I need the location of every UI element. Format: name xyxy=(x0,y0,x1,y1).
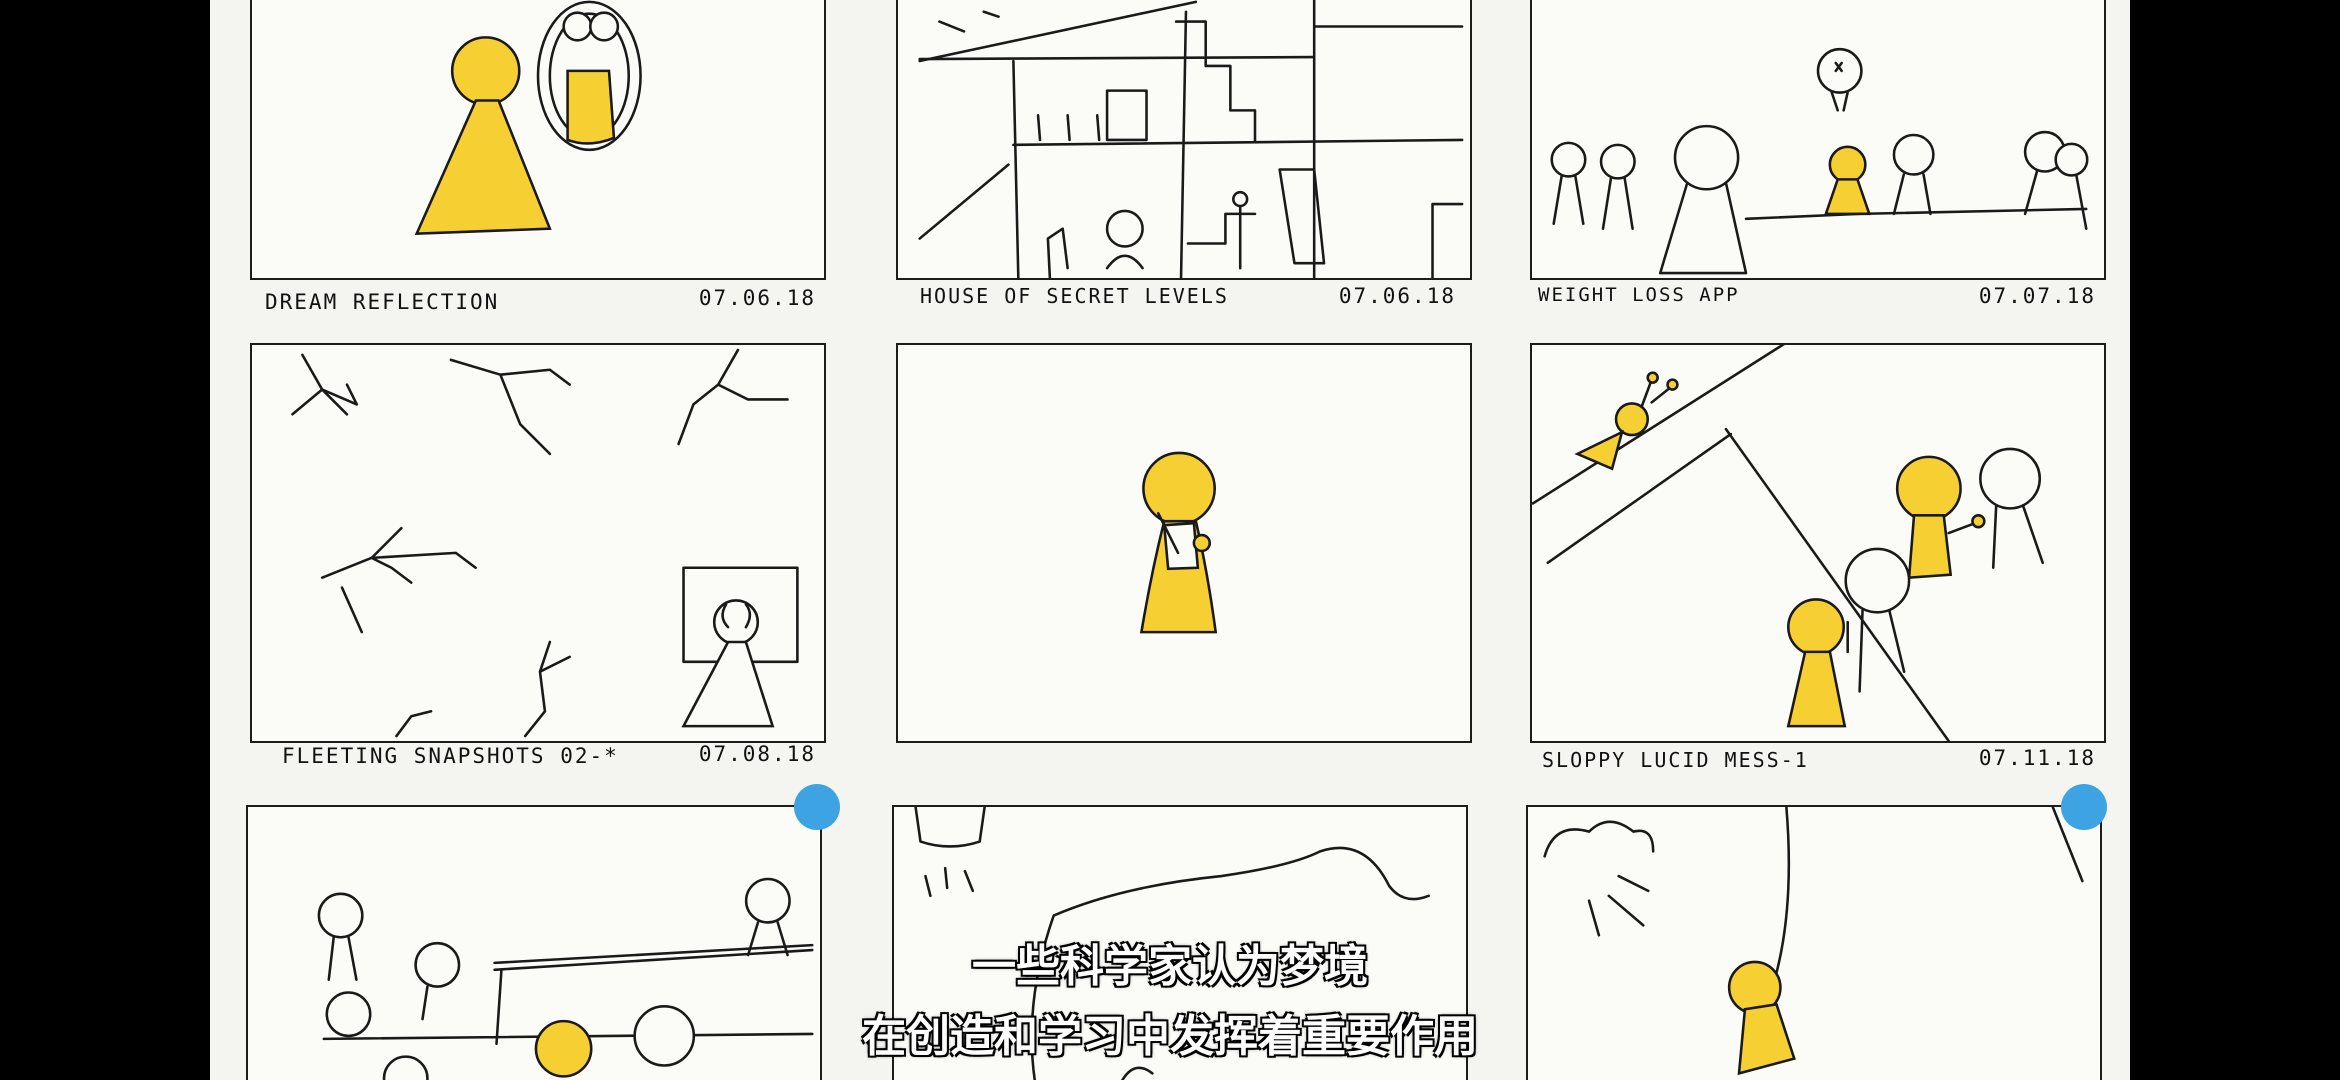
sketch-figure-with-paper xyxy=(1139,451,1218,634)
blue-pin-marker xyxy=(794,784,840,830)
panel-caption: FLEETING SNAPSHOTS 02-* xyxy=(282,744,619,768)
blue-pin-marker xyxy=(2061,784,2107,830)
subtitle-line-2: 在创造和学习中发挥着重要作用 xyxy=(862,1011,1478,1062)
panel-house-of-secret-levels xyxy=(896,0,1472,280)
panel-caption: SLOPPY LUCID MESS-1 xyxy=(1542,748,1809,772)
panel-date: 07.07.18 xyxy=(1978,284,2096,308)
panel-fleeting-snapshots xyxy=(250,343,826,743)
panel-caption: HOUSE OF SECRET LEVELS xyxy=(920,284,1229,308)
panel-caption: WEIGHT LOSS APP xyxy=(1538,284,1740,306)
video-frame: DREAM REFLECTION 07.06.18 HOUSE OF SECRE… xyxy=(210,0,2130,1080)
sketch-dream-reflection xyxy=(414,0,642,235)
panel-caption: DREAM REFLECTION xyxy=(265,290,500,314)
sketch-house-of-secret-levels xyxy=(918,0,1464,278)
sketch-weight-loss-app xyxy=(1550,47,2089,275)
panel-sloppy-lucid-mess xyxy=(1530,343,2106,743)
subtitle-line-1: 一些科学家认为梦境 xyxy=(972,941,1368,992)
panel-date: 07.08.18 xyxy=(698,742,816,766)
panel-date: 07.06.18 xyxy=(1338,284,1456,308)
panel-figure-with-paper xyxy=(896,343,1472,743)
panel-weight-loss-app xyxy=(1530,0,2106,280)
panel-date: 07.11.18 xyxy=(1978,746,2096,770)
panel-date: 07.06.18 xyxy=(698,286,816,310)
sketch-fleeting-snapshots xyxy=(291,348,799,738)
sketch-sloppy-lucid-mess xyxy=(1532,345,2045,741)
panel-dream-reflection xyxy=(250,0,826,280)
